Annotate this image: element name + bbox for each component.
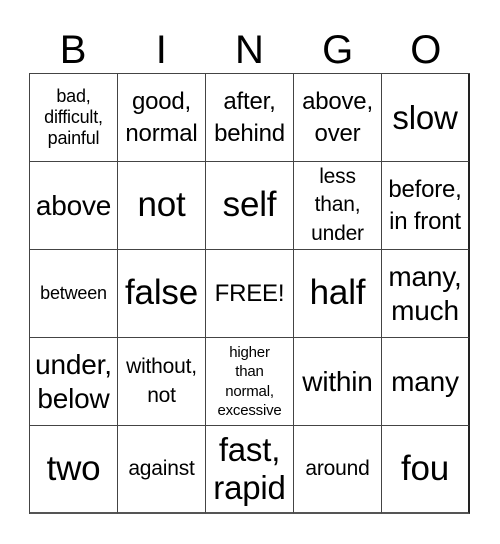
bingo-cell[interactable]: higher than normal, excessive [206,338,294,426]
bingo-cell[interactable]: fou [382,426,470,514]
bingo-cell[interactable]: between [30,250,118,338]
bingo-cell[interactable]: against [118,426,206,514]
bingo-cell[interactable]: slow [382,74,470,162]
bingo-cell[interactable]: false [118,250,206,338]
bingo-cell[interactable]: good, normal [118,74,206,162]
header-letter-b: B [59,28,87,72]
bingo-cell[interactable]: fast, rapid [206,426,294,514]
header-letter-g: G [322,28,354,72]
bingo-cell[interactable]: after, behind [206,74,294,162]
header-letter-i: I [155,28,167,72]
bingo-cell[interactable]: above, over [294,74,382,162]
bingo-cell[interactable]: bad, difficult, painful [30,74,118,162]
bingo-cell[interactable]: many, much [382,250,470,338]
bingo-cell[interactable]: without, not [118,338,206,426]
bingo-header: B I N G O [29,28,470,72]
bingo-grid: bad, difficult, painful good, normal aft… [29,73,470,514]
bingo-cell[interactable]: two [30,426,118,514]
bingo-cell[interactable]: under, below [30,338,118,426]
bingo-cell[interactable]: less than, under [294,162,382,250]
free-space-cell[interactable]: FREE! [206,250,294,338]
bingo-cell[interactable]: within [294,338,382,426]
bingo-cell[interactable]: before, in front [382,162,470,250]
bingo-cell[interactable]: self [206,162,294,250]
header-letter-n: N [235,28,264,72]
bingo-cell[interactable]: not [118,162,206,250]
bingo-cell[interactable]: half [294,250,382,338]
bingo-cell[interactable]: around [294,426,382,514]
bingo-cell[interactable]: above [30,162,118,250]
bingo-cell[interactable]: many [382,338,470,426]
header-letter-o: O [410,28,442,72]
